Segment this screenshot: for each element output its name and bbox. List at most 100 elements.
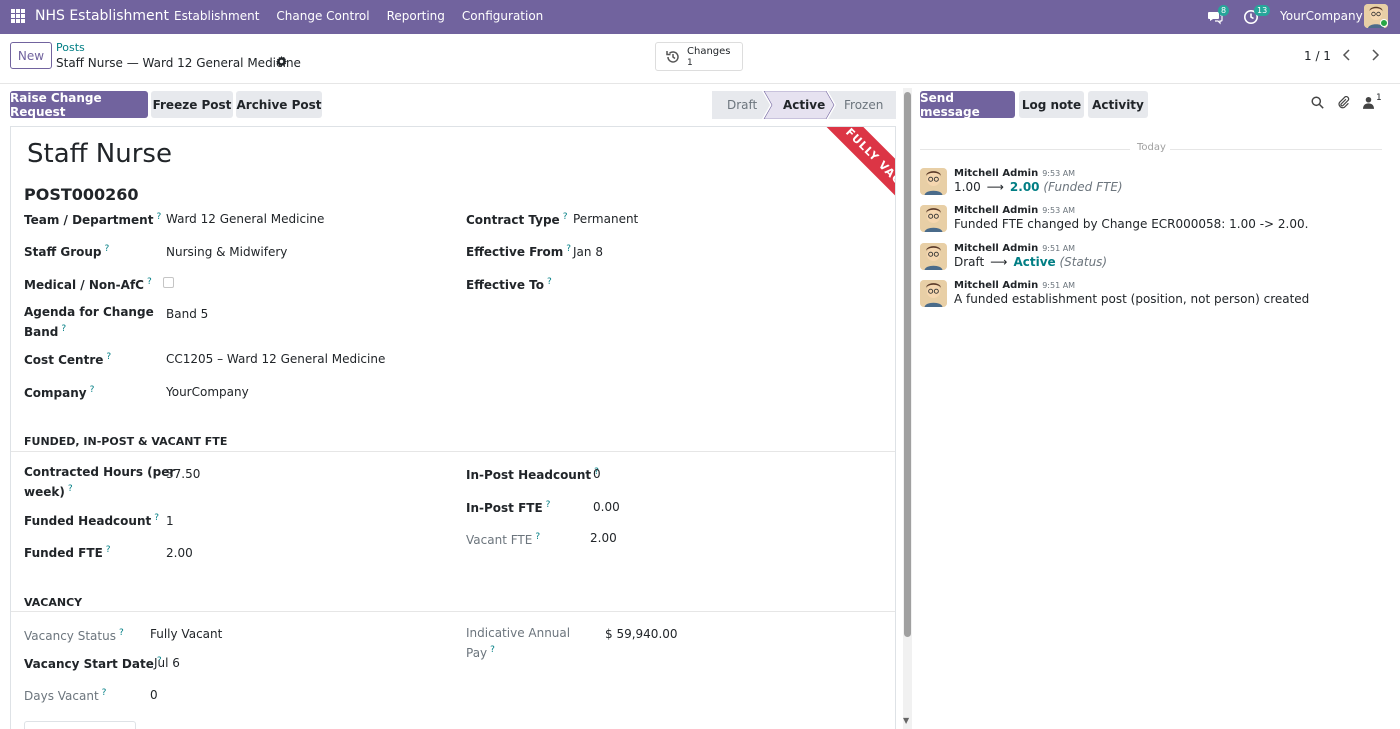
message-author[interactable]: Mitchell Admin 9:51 AM bbox=[954, 280, 1075, 291]
partial-button[interactable] bbox=[24, 721, 136, 729]
message-author[interactable]: Mitchell Admin 9:51 AM bbox=[954, 243, 1075, 254]
main-menu: Establishment Change Control Reporting C… bbox=[174, 9, 543, 23]
field-medical-checkbox[interactable] bbox=[163, 277, 174, 288]
arrow-right-icon: ⟶ bbox=[986, 180, 1004, 194]
field-days-vacant: 0 bbox=[150, 688, 158, 702]
field-cost-centre[interactable]: CC1205 – Ward 12 General Medicine bbox=[166, 352, 385, 366]
field-label-vacancy-start-date: Vacancy Start Date? bbox=[24, 656, 162, 671]
today-divider-left bbox=[920, 149, 1130, 150]
activity-clock-icon[interactable]: 13 bbox=[1243, 5, 1271, 25]
field-label-cost-centre: Cost Centre? bbox=[24, 352, 112, 367]
apps-grid-icon[interactable] bbox=[11, 9, 25, 23]
field-contract-type[interactable]: Permanent bbox=[573, 212, 638, 226]
field-label-days-vacant: Days Vacant? bbox=[24, 688, 107, 703]
field-vacancy-status: Fully Vacant bbox=[150, 627, 223, 641]
field-indicative-pay: $ 59,940.00 bbox=[605, 627, 678, 641]
user-status-dot bbox=[1380, 19, 1388, 27]
control-panel: New Posts Staff Nurse — Ward 12 General … bbox=[0, 34, 1400, 84]
stage-active[interactable]: Active bbox=[783, 91, 825, 119]
changes-smart-button[interactable]: Changes 1 bbox=[655, 42, 743, 71]
menu-configuration[interactable]: Configuration bbox=[462, 9, 543, 23]
scrollbar-thumb[interactable] bbox=[904, 92, 911, 637]
field-vacancy-start-date[interactable]: Jul 6 bbox=[154, 656, 180, 670]
activity-button[interactable]: Activity bbox=[1088, 91, 1148, 118]
top-navbar: NHS Establishment Establishment Change C… bbox=[0, 0, 1400, 34]
field-effective-from[interactable]: Jan 8 bbox=[573, 245, 603, 259]
field-label-inpost-fte: In-Post FTE? bbox=[466, 500, 551, 515]
message-tracking: Draft ⟶ Active (Status) bbox=[954, 255, 1108, 269]
field-team[interactable]: Ward 12 General Medicine bbox=[166, 212, 324, 226]
author-avatar[interactable] bbox=[920, 243, 947, 270]
menu-establishment[interactable]: Establishment bbox=[174, 9, 259, 23]
search-icon[interactable] bbox=[1311, 96, 1324, 112]
history-icon bbox=[665, 49, 681, 68]
message-body: Funded FTE changed by Change ECR000058: … bbox=[954, 217, 1309, 231]
archive-post-button[interactable]: Archive Post bbox=[236, 91, 322, 118]
section-divider-fte bbox=[11, 451, 895, 452]
post-reference: POST000260 bbox=[24, 185, 139, 204]
breadcrumb-posts[interactable]: Posts bbox=[56, 41, 85, 54]
company-switcher[interactable]: YourCompany bbox=[1280, 9, 1363, 23]
gear-icon[interactable] bbox=[276, 56, 287, 70]
message-time: 9:53 AM bbox=[1042, 206, 1076, 215]
message-body: A funded establishment post (position, n… bbox=[954, 292, 1310, 306]
author-avatar[interactable] bbox=[920, 280, 947, 307]
field-inpost-fte: 0.00 bbox=[593, 500, 620, 514]
field-label-effective-to: Effective To? bbox=[466, 277, 552, 292]
pager-previous-icon[interactable] bbox=[1338, 44, 1356, 66]
status-ribbon: FULLY VACANT bbox=[769, 127, 895, 245]
field-label-funded-fte: Funded FTE? bbox=[24, 545, 111, 560]
messages-icon[interactable]: 8 bbox=[1207, 5, 1230, 25]
ribbon-label: FULLY VACANT bbox=[811, 127, 895, 239]
new-button[interactable]: New bbox=[10, 42, 52, 69]
field-label-effective-from: Effective From? bbox=[466, 244, 572, 259]
field-label-vacancy-status: Vacancy Status? bbox=[24, 628, 124, 643]
field-contracted-hours[interactable]: 37.50 bbox=[166, 467, 200, 481]
field-label-afc-band: Agenda for Change Band? bbox=[24, 305, 154, 339]
section-divider-vacancy bbox=[11, 611, 895, 612]
followers-count: 1 bbox=[1376, 93, 1382, 103]
field-effective-to[interactable] bbox=[573, 277, 773, 293]
stage-draft[interactable]: Draft bbox=[727, 91, 757, 119]
field-afc-band[interactable]: Band 5 bbox=[166, 307, 208, 321]
changes-label: Changes bbox=[687, 46, 731, 57]
field-staff-group[interactable]: Nursing & Midwifery bbox=[166, 245, 287, 259]
message-time: 9:51 AM bbox=[1042, 244, 1076, 253]
field-vacant-fte: 2.00 bbox=[590, 531, 617, 545]
field-label-indicative-pay: Indicative Annual Pay? bbox=[466, 626, 571, 660]
message-author[interactable]: Mitchell Admin 9:53 AM bbox=[954, 168, 1075, 179]
field-label-contract-type: Contract Type? bbox=[466, 212, 568, 227]
field-label-team: Team / Department? bbox=[24, 212, 162, 227]
field-label-funded-headcount: Funded Headcount? bbox=[24, 513, 160, 528]
today-divider-right bbox=[1170, 149, 1382, 150]
log-note-button[interactable]: Log note bbox=[1019, 91, 1084, 118]
send-message-button[interactable]: Send message bbox=[920, 91, 1015, 119]
field-company[interactable]: YourCompany bbox=[166, 385, 249, 399]
stage-frozen[interactable]: Frozen bbox=[844, 91, 883, 119]
message-author[interactable]: Mitchell Admin 9:53 AM bbox=[954, 205, 1075, 216]
menu-reporting[interactable]: Reporting bbox=[387, 9, 445, 23]
activities-badge: 13 bbox=[1254, 5, 1271, 16]
form-sheet: FULLY VACANT Staff Nurse POST000260 Team… bbox=[10, 126, 896, 729]
field-label-company: Company? bbox=[24, 385, 95, 400]
post-title[interactable]: Staff Nurse bbox=[27, 139, 172, 169]
raise-change-request-button[interactable]: Raise Change Request bbox=[10, 91, 148, 119]
message-tracking: 1.00 ⟶ 2.00 (Funded FTE) bbox=[954, 180, 1123, 194]
section-title-fte: FUNDED, IN-POST & VACANT FTE bbox=[24, 435, 228, 448]
freeze-post-button[interactable]: Freeze Post bbox=[151, 91, 233, 118]
field-funded-headcount[interactable]: 1 bbox=[166, 514, 174, 528]
pager-value[interactable]: 1 / 1 bbox=[1304, 49, 1331, 63]
arrow-right-icon: ⟶ bbox=[990, 255, 1008, 269]
followers-icon[interactable] bbox=[1363, 96, 1374, 112]
menu-change-control[interactable]: Change Control bbox=[276, 9, 369, 23]
field-funded-fte[interactable]: 2.00 bbox=[166, 546, 193, 560]
author-avatar[interactable] bbox=[920, 205, 947, 232]
breadcrumb-record-title: Staff Nurse — Ward 12 General Medicine bbox=[56, 56, 301, 70]
form-scrollbar[interactable] bbox=[903, 88, 912, 729]
scroll-down-icon[interactable]: ▼ bbox=[903, 716, 909, 725]
app-brand[interactable]: NHS Establishment bbox=[35, 8, 169, 24]
pager-next-icon[interactable] bbox=[1366, 44, 1384, 66]
paperclip-icon[interactable] bbox=[1337, 95, 1350, 112]
author-avatar[interactable] bbox=[920, 168, 947, 195]
field-label-medical: Medical / Non-AfC? bbox=[24, 277, 152, 292]
